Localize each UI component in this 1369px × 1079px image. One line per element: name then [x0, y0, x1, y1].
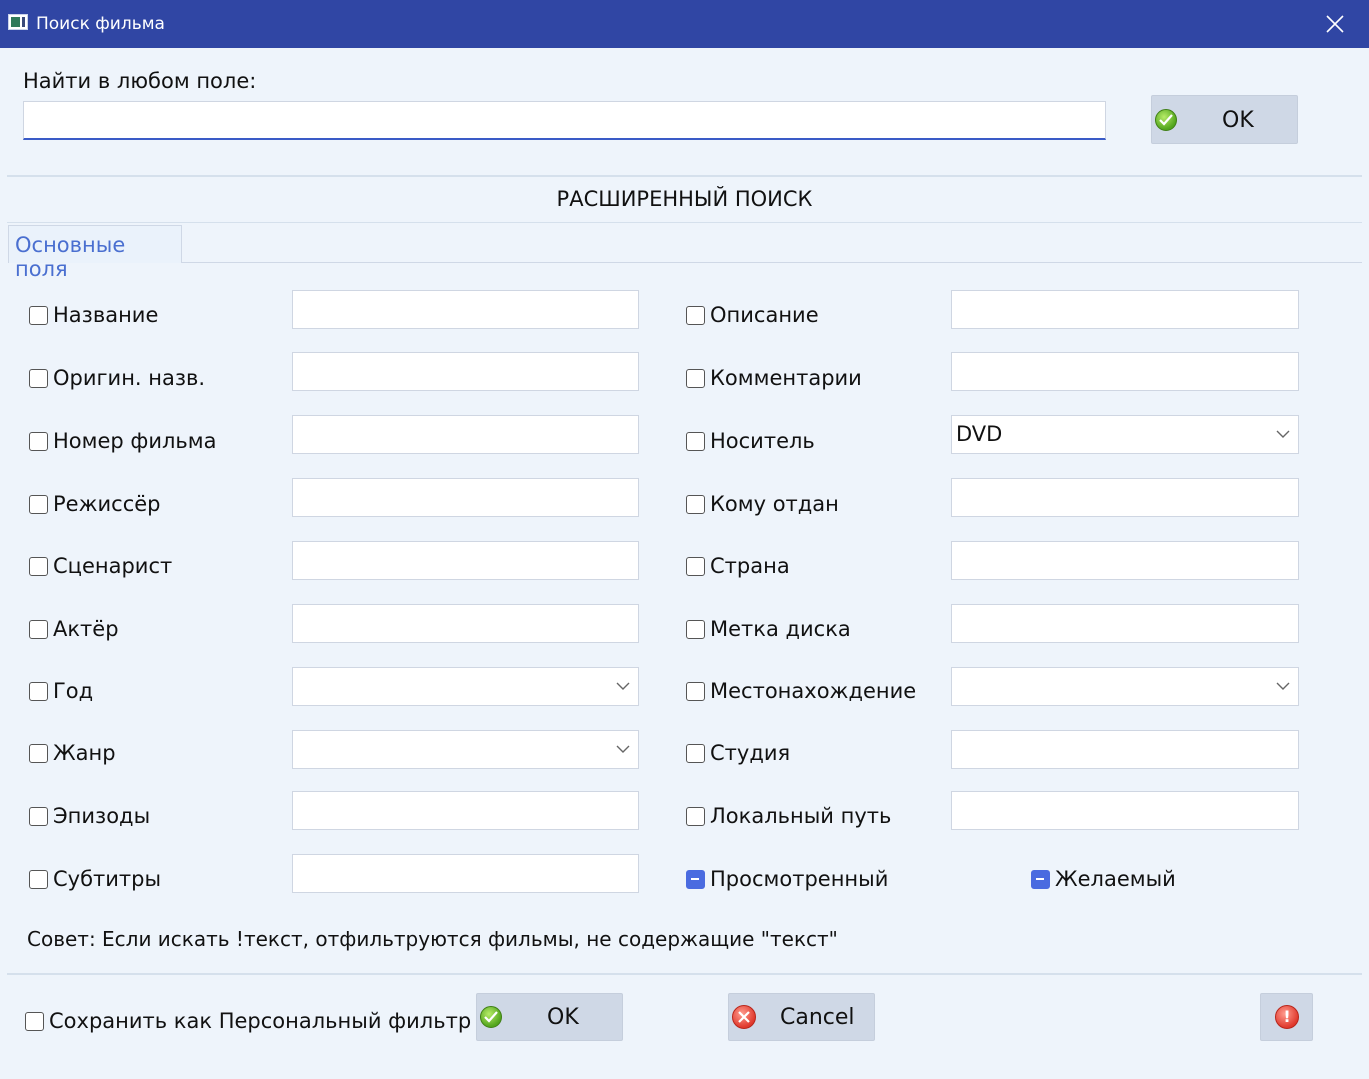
- checkbox-studio[interactable]: [686, 744, 705, 763]
- country-input[interactable]: [951, 541, 1299, 580]
- field-label-media[interactable]: Носитель: [710, 429, 815, 453]
- cancel-button[interactable]: Cancel: [728, 993, 875, 1041]
- lent-to-input[interactable]: [951, 478, 1299, 517]
- studio-input[interactable]: [951, 730, 1299, 769]
- title-bar: Поиск фильма: [0, 0, 1369, 48]
- field-label-movie-number[interactable]: Номер фильма: [53, 429, 217, 453]
- advanced-search-title: РАСШИРЕННЫЙ ПОИСК: [556, 187, 813, 211]
- chevron-down-icon: [616, 682, 630, 690]
- check-icon: [1155, 109, 1177, 131]
- checkbox-screenwriter[interactable]: [29, 557, 48, 576]
- wanted-label[interactable]: Желаемый: [1055, 867, 1176, 891]
- original-title-input[interactable]: [292, 352, 639, 391]
- checkbox-local-path[interactable]: [686, 807, 705, 826]
- field-label-original-title[interactable]: Оригин. назв.: [53, 366, 205, 390]
- director-input[interactable]: [292, 478, 639, 517]
- media-combo[interactable]: DVD: [951, 415, 1299, 454]
- checkbox-lent-to[interactable]: [686, 495, 705, 514]
- quick-search-ok-label: OK: [1222, 108, 1254, 133]
- tab-strip-line: [182, 262, 1362, 263]
- checkbox-save-personal-filter[interactable]: [25, 1012, 44, 1031]
- comments-input[interactable]: [951, 352, 1299, 391]
- checkbox-director[interactable]: [29, 495, 48, 514]
- quick-search-label: Найти в любом поле:: [23, 69, 257, 93]
- checkbox-movie-number[interactable]: [29, 432, 48, 451]
- field-label-subtitles[interactable]: Субтитры: [53, 867, 161, 891]
- screenwriter-input[interactable]: [292, 541, 639, 580]
- divider: [7, 175, 1362, 177]
- chevron-down-icon: [1276, 430, 1290, 438]
- tab-main-fields-label: Основные поля: [15, 233, 126, 281]
- divider: [7, 973, 1362, 975]
- checkbox-episodes[interactable]: [29, 807, 48, 826]
- field-label-episodes[interactable]: Эпизоды: [53, 804, 150, 828]
- checkbox-year[interactable]: [29, 682, 48, 701]
- window-title: Поиск фильма: [36, 14, 165, 34]
- app-icon: [8, 14, 28, 30]
- divider: [7, 222, 1362, 223]
- media-combo-value: DVD: [956, 422, 1003, 446]
- checkbox-media[interactable]: [686, 432, 705, 451]
- close-button[interactable]: [1301, 0, 1369, 48]
- quick-search-input[interactable]: [23, 101, 1106, 140]
- disc-label-input[interactable]: [951, 604, 1299, 643]
- movie-number-input[interactable]: [292, 415, 639, 454]
- field-label-location[interactable]: Местонахождение: [710, 679, 916, 703]
- checkbox-actor[interactable]: [29, 620, 48, 639]
- genre-combo[interactable]: [292, 730, 639, 769]
- warning-icon: !: [1275, 1005, 1299, 1029]
- tab-main-fields[interactable]: Основные поля: [8, 225, 182, 281]
- checkbox-watched[interactable]: [686, 870, 705, 889]
- checkbox-description[interactable]: [686, 306, 705, 325]
- field-label-country[interactable]: Страна: [710, 554, 790, 578]
- year-combo[interactable]: [292, 667, 639, 706]
- field-label-comments[interactable]: Комментарии: [710, 366, 862, 390]
- checkbox-location[interactable]: [686, 682, 705, 701]
- cancel-icon: [732, 1005, 756, 1029]
- watched-label[interactable]: Просмотренный: [710, 867, 888, 891]
- cancel-button-label: Cancel: [780, 1005, 855, 1030]
- episodes-input[interactable]: [292, 791, 639, 830]
- actor-input[interactable]: [292, 604, 639, 643]
- field-label-description[interactable]: Описание: [710, 303, 819, 327]
- location-combo[interactable]: [951, 667, 1299, 706]
- field-label-screenwriter[interactable]: Сценарист: [53, 554, 172, 578]
- description-input[interactable]: [951, 290, 1299, 329]
- field-label-title[interactable]: Название: [53, 303, 158, 327]
- subtitles-input[interactable]: [292, 854, 639, 893]
- field-label-disc-label[interactable]: Метка диска: [710, 617, 851, 641]
- warning-button[interactable]: !: [1260, 993, 1313, 1041]
- chevron-down-icon: [1276, 682, 1290, 690]
- local-path-input[interactable]: [951, 791, 1299, 830]
- check-icon: [480, 1006, 502, 1028]
- field-label-year[interactable]: Год: [53, 679, 93, 703]
- chevron-down-icon: [616, 745, 630, 753]
- save-personal-filter-label[interactable]: Сохранить как Персональный фильтр: [49, 1009, 471, 1033]
- checkbox-country[interactable]: [686, 557, 705, 576]
- search-tip: Совет: Если искать !текст, отфильтруются…: [27, 927, 838, 951]
- field-label-director[interactable]: Режиссёр: [53, 492, 161, 516]
- title-input[interactable]: [292, 290, 639, 329]
- field-label-actor[interactable]: Актёр: [53, 617, 119, 641]
- checkbox-wanted[interactable]: [1031, 870, 1050, 889]
- checkbox-subtitles[interactable]: [29, 870, 48, 889]
- ok-button-label: OK: [547, 1005, 579, 1030]
- field-label-studio[interactable]: Студия: [710, 741, 790, 765]
- ok-button[interactable]: OK: [476, 993, 623, 1041]
- field-label-local-path[interactable]: Локальный путь: [710, 804, 891, 828]
- checkbox-genre[interactable]: [29, 744, 48, 763]
- field-label-lent-to[interactable]: Кому отдан: [710, 492, 839, 516]
- quick-search-ok-button[interactable]: OK: [1151, 95, 1298, 144]
- checkbox-original-title[interactable]: [29, 369, 48, 388]
- close-icon: [1326, 15, 1344, 33]
- checkbox-comments[interactable]: [686, 369, 705, 388]
- field-label-genre[interactable]: Жанр: [53, 741, 116, 765]
- checkbox-disc-label[interactable]: [686, 620, 705, 639]
- checkbox-title[interactable]: [29, 306, 48, 325]
